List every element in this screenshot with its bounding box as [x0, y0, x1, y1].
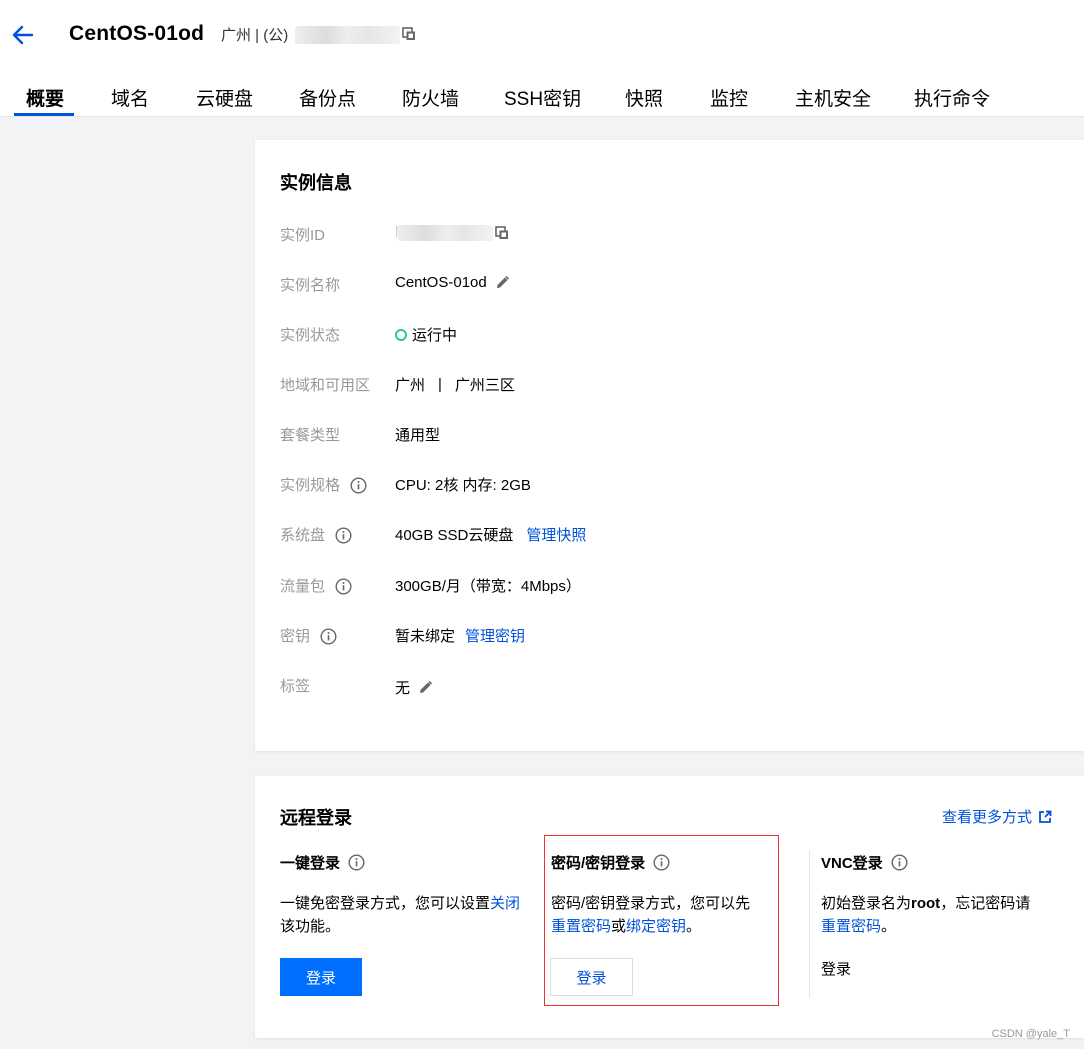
system-disk-value: 40GB SSD云硬盘	[395, 527, 514, 544]
vnc-login-title-text: VNC登录	[821, 855, 883, 872]
column-divider	[809, 850, 810, 998]
vnc-desc-text: 初始登录名为	[821, 895, 912, 912]
traffic-package-value: 300GB/月（带宽：4Mbps）	[395, 578, 581, 595]
remote-login-card: 远程登录 查看更多方式 一键登录 一键免密登录方式，您可以设置关闭 该功能。 登…	[255, 776, 1084, 1038]
tag-row: 无	[395, 677, 433, 698]
external-link-icon	[1039, 810, 1052, 823]
tag-value: 无	[395, 680, 411, 697]
info-icon[interactable]	[891, 854, 908, 871]
tab-backup[interactable]: 备份点	[299, 84, 356, 111]
package-type-label: 套餐类型	[280, 427, 341, 444]
tab-host-security[interactable]: 主机安全	[795, 84, 871, 111]
reset-password-link[interactable]: 重置密码	[551, 918, 611, 935]
status-badge: 运行中	[412, 327, 458, 344]
copy-icon[interactable]	[495, 225, 509, 240]
instance-status-label: 实例状态	[280, 327, 341, 344]
instance-spec-label: 实例规格	[280, 474, 367, 495]
more-login-methods-link[interactable]: 查看更多方式	[942, 806, 1052, 827]
password-login-title: 密码/密钥登录	[551, 852, 670, 873]
manage-key-link[interactable]: 管理密钥	[465, 625, 525, 646]
copy-icon[interactable]	[402, 27, 416, 41]
system-disk-row: 40GB SSD云硬盘 管理快照	[395, 524, 586, 545]
region-separator: |	[438, 376, 442, 393]
tag-label: 标签	[280, 678, 311, 695]
password-login-button[interactable]: 登录	[550, 958, 633, 996]
info-icon[interactable]	[653, 854, 670, 871]
info-icon[interactable]	[320, 628, 337, 645]
key-label: 密钥	[280, 625, 337, 646]
instance-id-value: l	[395, 224, 509, 241]
back-arrow-icon[interactable]	[12, 24, 34, 46]
info-icon[interactable]	[348, 854, 365, 871]
one-click-desc-text-2: 该功能。	[280, 918, 341, 935]
root-username: root	[911, 895, 941, 912]
key-value: 暂未绑定	[395, 628, 456, 645]
vnc-login-link[interactable]: 登录	[821, 958, 851, 981]
top-bar: CentOS-01od 广州 | (公) 概要 域名 云硬盘 备份点 防火墙 S…	[0, 0, 1084, 117]
traffic-package-label-text: 流量包	[280, 578, 326, 595]
vnc-reset-password-link[interactable]: 重置密码	[821, 918, 881, 935]
tab-bar: 概要 域名 云硬盘 备份点 防火墙 SSH密钥 快照 监控 主机安全 执行命令	[0, 70, 1084, 117]
tab-cloud-disk[interactable]: 云硬盘	[196, 84, 253, 111]
status-running-icon	[395, 328, 407, 341]
password-login-desc: 密码/密钥登录方式，您可以先 重置密码或绑定密钥。	[551, 892, 771, 938]
active-tab-indicator	[14, 113, 74, 116]
key-label-text: 密钥	[280, 628, 311, 645]
region-zone-label: 地域和可用区	[280, 377, 371, 394]
password-login-title-text: 密码/密钥登录	[551, 855, 646, 872]
instance-info-card: 实例信息 实例ID l 实例名称 CentOS-01od 实例状态 运行中 地域…	[255, 140, 1084, 751]
system-disk-label: 系统盘	[280, 524, 352, 545]
or-text: 或	[611, 918, 627, 935]
one-click-login-title: 一键登录	[280, 852, 365, 873]
region-label: 广州 | (公)	[221, 27, 289, 44]
system-disk-label-text: 系统盘	[280, 527, 326, 544]
one-click-desc-text: 一键免密登录方式，您可以设置	[280, 895, 491, 912]
masked-instance-id	[398, 224, 494, 241]
one-click-login-button[interactable]: 登录	[280, 958, 362, 996]
traffic-package-label: 流量包	[280, 575, 352, 596]
masked-instance-id	[295, 26, 400, 44]
tab-run-command[interactable]: 执行命令	[914, 84, 990, 111]
tab-ssh-key[interactable]: SSH密钥	[504, 84, 581, 111]
key-row: 暂未绑定 管理密钥	[395, 625, 525, 646]
tab-overview[interactable]: 概要	[26, 84, 64, 111]
zone-value: 广州三区	[454, 377, 515, 394]
tab-firewall[interactable]: 防火墙	[402, 84, 459, 111]
one-click-login-desc: 一键免密登录方式，您可以设置关闭 该功能。	[280, 892, 530, 938]
disable-one-click-link[interactable]: 关闭	[490, 895, 520, 912]
instance-name-row: CentOS-01od	[395, 274, 510, 291]
instance-name-value: CentOS-01od	[395, 274, 487, 291]
edit-icon[interactable]	[418, 680, 433, 695]
edit-icon[interactable]	[495, 275, 510, 290]
one-click-login-title-text: 一键登录	[280, 855, 341, 872]
instance-info-title: 实例信息	[280, 173, 352, 193]
info-icon[interactable]	[335, 578, 352, 595]
region-zone-row: 广州 | 广州三区	[395, 374, 515, 395]
password-desc-text: 密码/密钥登录方式，您可以先	[551, 895, 751, 912]
tab-snapshot[interactable]: 快照	[625, 84, 663, 111]
more-login-methods-text: 查看更多方式	[941, 809, 1032, 826]
tab-monitor[interactable]: 监控	[710, 84, 748, 111]
period-text: 。	[881, 918, 897, 935]
vnc-login-desc: 初始登录名为root，忘记密码请 重置密码。	[821, 892, 1061, 938]
vnc-login-title: VNC登录	[821, 852, 908, 873]
bind-key-link[interactable]: 绑定密钥	[626, 918, 686, 935]
info-icon[interactable]	[350, 477, 367, 494]
region-value: 广州	[395, 377, 426, 394]
instance-spec-value: CPU: 2核 内存: 2GB	[395, 477, 531, 494]
tab-domain[interactable]: 域名	[111, 84, 149, 111]
period-text: 。	[686, 918, 702, 935]
vnc-desc-text-2: ，忘记密码请	[940, 895, 1031, 912]
remote-login-title: 远程登录	[280, 808, 352, 828]
page-title: CentOS-01od	[69, 22, 205, 45]
instance-spec-label-text: 实例规格	[280, 477, 341, 494]
info-icon[interactable]	[335, 527, 352, 544]
instance-name-label: 实例名称	[280, 277, 341, 294]
instance-id-label: 实例ID	[280, 227, 326, 244]
instance-status-row: 运行中	[395, 324, 457, 345]
watermark: CSDN @yale_T	[991, 1028, 1070, 1040]
package-type-value: 通用型	[395, 427, 441, 444]
manage-snapshot-link[interactable]: 管理快照	[526, 524, 586, 545]
